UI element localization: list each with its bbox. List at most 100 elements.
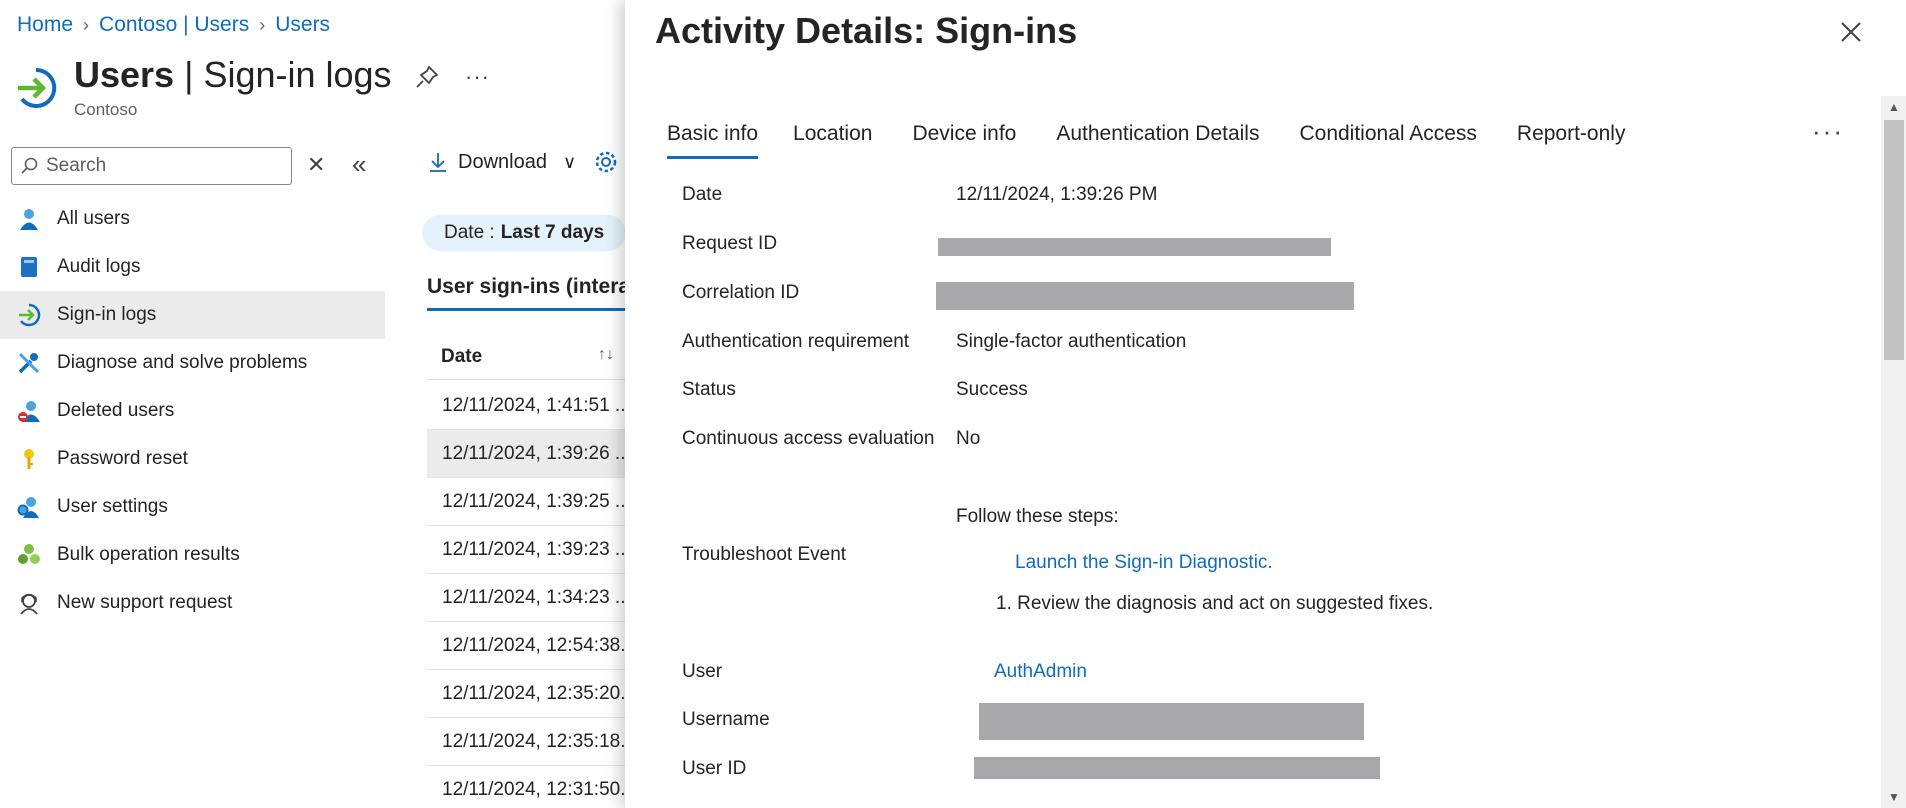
row-date: 12/11/2024, 12:31:50...: [442, 778, 627, 800]
support-icon: [17, 591, 41, 615]
sidebar-item-audit-logs[interactable]: Audit logs: [0, 243, 385, 291]
auth-requirement-label: Authentication requirement: [682, 331, 910, 352]
row-date: 12/11/2024, 12:35:18...: [442, 730, 627, 752]
correlation-id-label: Correlation ID: [682, 282, 800, 303]
tab-user-sign-ins[interactable]: User sign-ins (interac: [427, 275, 642, 299]
sidebar-item-user-settings[interactable]: User settings: [0, 483, 385, 531]
table-row[interactable]: 12/11/2024, 1:34:23 ...: [427, 574, 627, 622]
scrollbar-thumb[interactable]: [1884, 120, 1904, 360]
user-icon: [17, 207, 41, 231]
sign-in-list: 12/11/2024, 1:41:51 ... 12/11/2024, 1:39…: [427, 382, 627, 808]
sort-icon[interactable]: ↑↓: [598, 346, 614, 364]
row-date: 12/11/2024, 1:41:51 ...: [442, 394, 627, 416]
user-id-label: User ID: [682, 758, 747, 779]
sidebar-item-label: User settings: [57, 496, 168, 517]
tab-device-info[interactable]: Device info: [912, 122, 1016, 159]
launch-diagnostic-link[interactable]: Launch the Sign-in Diagnostic.: [1015, 552, 1273, 574]
sidebar-item-bulk-operation[interactable]: Bulk operation results: [0, 531, 385, 579]
sign-in-icon: [17, 303, 41, 327]
date-value: 12/11/2024, 1:39:26 PM: [956, 184, 1158, 205]
pin-icon[interactable]: [414, 64, 440, 90]
wrench-icon: [17, 351, 41, 375]
status-value: Success: [956, 379, 1028, 400]
search-input[interactable]: Search: [11, 147, 292, 185]
sign-in-logs-icon: [18, 67, 57, 108]
request-id-label: Request ID: [682, 233, 778, 254]
page-title: Users | Sign-in logs: [74, 54, 392, 95]
username-redacted: [979, 703, 1364, 740]
sidebar-item-password-reset[interactable]: Password reset: [0, 435, 385, 483]
table-row[interactable]: 12/11/2024, 1:39:23 ...: [427, 526, 627, 574]
username-label: Username: [682, 709, 770, 730]
sidebar-item-label: Deleted users: [57, 400, 175, 421]
date-filter-value: Last 7 days: [500, 222, 605, 243]
breadcrumb-users[interactable]: Users: [275, 13, 330, 37]
close-icon[interactable]: [1837, 18, 1865, 46]
more-options-icon[interactable]: ···: [465, 64, 490, 90]
breadcrumb-contoso-users[interactable]: Contoso | Users: [99, 13, 249, 37]
cae-value: No: [956, 428, 981, 449]
sidebar-item-label: Audit logs: [57, 256, 141, 277]
sidebar-item-all-users[interactable]: All users: [0, 195, 385, 243]
sidebar-item-label: Diagnose and solve problems: [57, 352, 308, 373]
search-icon: [21, 157, 38, 174]
key-icon: [17, 447, 41, 471]
row-date: 12/11/2024, 1:39:23 ...: [442, 538, 627, 560]
scroll-down-icon[interactable]: ▼: [1888, 790, 1900, 804]
row-date: 12/11/2024, 12:54:38...: [442, 634, 627, 656]
troubleshoot-step: 1. Review the diagnosis and act on sugge…: [996, 593, 1434, 614]
chevron-down-icon: ∨: [562, 151, 577, 172]
chevron-right-icon: ›: [83, 14, 90, 35]
user-link[interactable]: AuthAdmin: [994, 661, 1087, 683]
panel-title: Activity Details: Sign-ins: [655, 10, 1078, 51]
toolbar: Download ∨: [428, 150, 618, 174]
clear-search-icon[interactable]: ✕: [307, 152, 325, 178]
sidebar-item-sign-in-logs[interactable]: Sign-in logs: [0, 291, 385, 339]
column-header-date[interactable]: Date: [427, 334, 627, 380]
date-filter-label: Date :: [444, 222, 495, 243]
tab-underline: [427, 308, 627, 311]
activity-details-panel: Activity Details: Sign-ins Basic info Lo…: [625, 0, 1906, 808]
request-id-redacted: [938, 238, 1331, 256]
table-row[interactable]: 12/11/2024, 12:35:20...: [427, 670, 627, 718]
tab-authentication-details[interactable]: Authentication Details: [1056, 122, 1259, 159]
sidebar-item-deleted-users[interactable]: Deleted users: [0, 387, 385, 435]
user-id-redacted: [974, 757, 1380, 779]
user-label: User: [682, 661, 723, 682]
tab-basic-info[interactable]: Basic info: [667, 122, 759, 159]
tab-location[interactable]: Location: [793, 122, 872, 159]
download-button[interactable]: Download ∨: [428, 151, 576, 174]
troubleshoot-label: Troubleshoot Event: [682, 544, 847, 565]
correlation-id-redacted: [936, 282, 1354, 310]
collapse-sidebar-icon[interactable]: «: [352, 149, 366, 180]
sidebar-item-diagnose[interactable]: Diagnose and solve problems: [0, 339, 385, 387]
date-filter-pill[interactable]: Date : Last 7 days: [422, 215, 627, 251]
date-label: Date: [682, 184, 723, 205]
row-date: 12/11/2024, 1:34:23 ...: [442, 586, 627, 608]
page-subtitle: Contoso: [74, 100, 138, 119]
scroll-up-icon[interactable]: ▲: [1888, 100, 1900, 114]
book-icon: [17, 255, 41, 279]
tab-report-only[interactable]: Report-only: [1517, 122, 1626, 159]
sidebar-item-new-support[interactable]: New support request: [0, 579, 385, 627]
table-row[interactable]: 12/11/2024, 1:41:51 ...: [427, 382, 627, 430]
detail-tabs: Basic info Location Device info Authenti…: [667, 122, 1665, 159]
row-date: 12/11/2024, 1:39:26 ...: [442, 442, 627, 464]
sidebar-item-label: Sign-in logs: [57, 304, 157, 325]
search-placeholder: Search: [46, 155, 107, 176]
more-tabs-icon[interactable]: ···: [1812, 116, 1844, 147]
user-settings-icon: [17, 495, 41, 519]
table-row[interactable]: 12/11/2024, 12:35:18...: [427, 718, 627, 766]
table-row[interactable]: 12/11/2024, 1:39:25 ...: [427, 478, 627, 526]
sidebar-nav: All users Audit logs Sign-in logs Diagno…: [0, 195, 385, 627]
table-row-selected[interactable]: 12/11/2024, 1:39:26 ...: [427, 430, 627, 478]
download-icon: [430, 153, 446, 172]
sidebar-item-label: Bulk operation results: [57, 544, 240, 565]
tab-conditional-access[interactable]: Conditional Access: [1299, 122, 1476, 159]
download-label: Download: [458, 150, 547, 173]
deleted-user-icon: [17, 399, 41, 423]
gear-icon[interactable]: [594, 150, 618, 174]
table-row[interactable]: 12/11/2024, 12:54:38...: [427, 622, 627, 670]
table-row[interactable]: 12/11/2024, 12:31:50...: [427, 766, 627, 808]
breadcrumb-home[interactable]: Home: [17, 13, 73, 37]
